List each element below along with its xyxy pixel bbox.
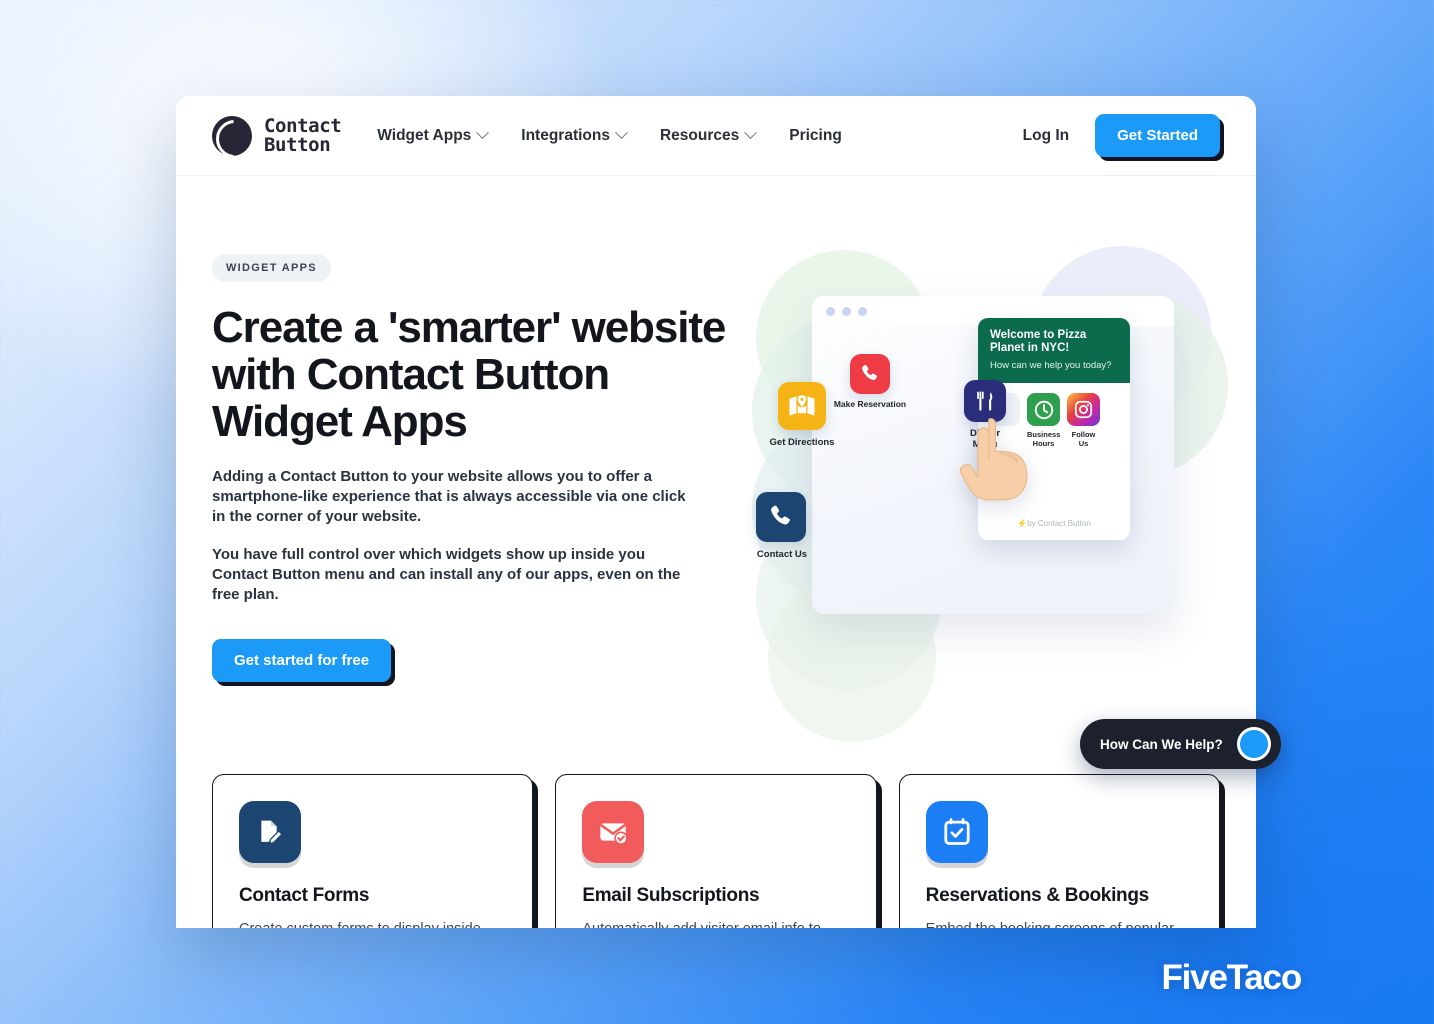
widget-app-label: Follow Us: [1071, 430, 1096, 448]
widget-tile-contact-us[interactable]: [756, 492, 806, 542]
feature-card-title: Contact Forms: [239, 885, 370, 906]
envelope-check-icon: [582, 801, 645, 863]
get-started-button[interactable]: Get Started: [1095, 114, 1220, 157]
widget-panel-header: Welcome to Pizza Planet in NYC! How can …: [978, 318, 1130, 383]
hero-illustration: Get Directions Make Reservation Contact …: [752, 246, 1228, 742]
feature-card-email-subscriptions[interactable]: Email Subscriptions Automatically add vi…: [555, 774, 877, 928]
nav-item-integrations[interactable]: Integrations: [521, 126, 628, 145]
hero-copy: WIDGET APPS Create a 'smarter' website w…: [212, 254, 732, 682]
hero-paragraph-1: Adding a Contact Button to your website …: [212, 468, 686, 525]
nav-item-resources-label: Resources: [659, 126, 740, 144]
widget-tile-label: Make Reservation: [833, 399, 907, 409]
fork-knife-icon: [977, 391, 993, 411]
get-started-for-free-button[interactable]: Get started for free: [212, 639, 392, 682]
brand-name: Contact Button: [264, 114, 342, 156]
page-title: Create a 'smarter' website with Contact …: [212, 303, 726, 446]
calendar-check-icon: [925, 801, 988, 863]
feature-cards: Contact Forms Create custom forms to dis…: [176, 774, 1256, 928]
chat-widget-orb-icon[interactable]: [1236, 727, 1271, 761]
browser-dot-icon: [842, 306, 851, 316]
feature-card-reservations-bookings[interactable]: Reservations & Bookings Embed the bookin…: [898, 774, 1220, 928]
widget-panel-title: Welcome to Pizza Planet in NYC!: [990, 329, 1087, 354]
feature-card-contact-forms[interactable]: Contact Forms Create custom forms to dis…: [212, 774, 534, 928]
website-preview-card: Contact Button Widget Apps Integrations …: [176, 96, 1256, 928]
widget-app-follow-us[interactable]: Follow Us: [1067, 393, 1100, 448]
brand-logo[interactable]: Contact Button: [212, 114, 342, 156]
hero-cta-wrap: Get started for free: [212, 639, 732, 682]
lightning-bolt-icon: ⚡: [1017, 519, 1028, 528]
brand-name-line1: Contact: [264, 114, 342, 137]
nav-item-resources[interactable]: Resources: [659, 126, 758, 145]
widget-tile-label: Contact Us: [756, 549, 808, 560]
login-link[interactable]: Log In: [1023, 127, 1070, 145]
chevron-down-icon: [615, 126, 628, 140]
fivetaco-watermark: FiveTaco: [1161, 958, 1302, 997]
widget-tile-make-reservation[interactable]: [850, 354, 890, 394]
map-pin-icon: [789, 395, 815, 416]
hero-section: WIDGET APPS Create a 'smarter' website w…: [176, 176, 1256, 742]
browser-dot-icon: [826, 306, 835, 316]
hero-paragraph-2: You have full control over which widgets…: [212, 546, 681, 603]
widget-tile-label: Get Directions: [769, 437, 835, 448]
contact-button-logo-icon: [212, 115, 252, 156]
document-edit-icon: [239, 801, 301, 863]
nav-item-widget-apps[interactable]: Widget Apps: [377, 126, 490, 145]
nav-actions: Log In Get Started: [1023, 114, 1220, 157]
phone-icon: [862, 364, 878, 380]
nav-item-pricing-label: Pricing: [789, 126, 842, 144]
chevron-down-icon: [476, 126, 490, 140]
instagram-icon: [1074, 400, 1093, 419]
site-navbar: Contact Button Widget Apps Integrations …: [176, 96, 1256, 176]
nav-item-pricing[interactable]: Pricing: [789, 127, 842, 145]
browser-dot-icon: [858, 306, 867, 316]
nav-item-integrations-label: Integrations: [521, 126, 610, 144]
feature-card-description: Embed the booking screens of popular: [926, 919, 1193, 928]
feature-card-description: Automatically add visitor email info to: [582, 919, 849, 928]
pointing-hand-icon: [959, 418, 1028, 501]
brand-name-line2: Button: [264, 133, 331, 156]
widget-panel-footer: ⚡by Contact Button: [978, 519, 1130, 528]
chat-widget-launcher[interactable]: How Can We Help?: [1080, 719, 1281, 769]
nav-item-widget-apps-label: Widget Apps: [377, 126, 472, 144]
chat-widget-label: How Can We Help?: [1100, 736, 1223, 752]
feature-card-description: Create custom forms to display inside: [239, 919, 506, 928]
feature-card-title: Email Subscriptions: [582, 885, 760, 906]
feature-card-title: Reservations & Bookings: [925, 885, 1150, 906]
primary-nav: Widget Apps Integrations Resources Prici…: [377, 126, 842, 145]
widget-panel-subtitle: How can we help you today?: [990, 360, 1112, 371]
widget-panel-footer-label: by Contact Button: [1027, 519, 1091, 528]
chevron-down-icon: [744, 126, 758, 140]
phone-icon: [771, 505, 790, 525]
hero-eyebrow-badge: WIDGET APPS: [212, 254, 331, 282]
